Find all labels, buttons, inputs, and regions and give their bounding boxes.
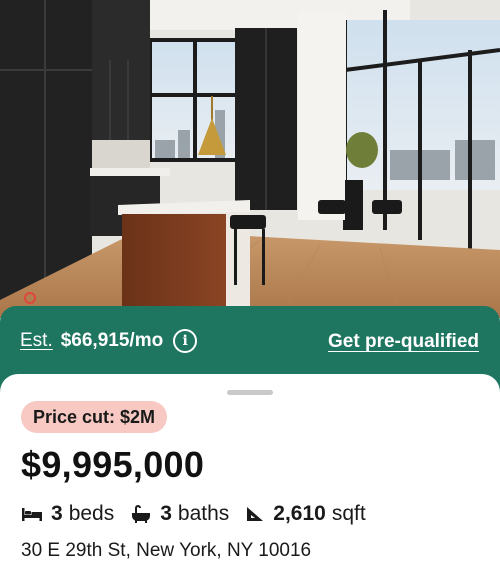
baths-count: 3 <box>160 502 172 525</box>
bed-icon <box>22 508 42 521</box>
estimate-amount: $66,915/mo <box>60 330 164 351</box>
sqft-label: sqft <box>331 502 366 525</box>
baths-label: baths <box>177 502 230 525</box>
sqft-fact: 2,610 sqft <box>245 502 366 526</box>
info-icon[interactable]: i <box>173 329 198 353</box>
beds-count: 3 <box>51 502 63 525</box>
listing-address[interactable]: 30 E 29th St, New York, NY 10016 <box>21 540 311 562</box>
listing-photo[interactable] <box>0 0 500 318</box>
estimate-label[interactable]: Est. <box>20 330 53 352</box>
listing-price: $9,995,000 <box>21 444 205 485</box>
beds-fact: 3 beds <box>21 502 114 526</box>
get-prequalified-link[interactable]: Get pre-qualified <box>328 331 479 353</box>
baths-fact: 3 baths <box>130 502 229 526</box>
listing-details-sheet: Price cut: $2M $9,995,000 3 beds 3 baths <box>0 374 500 585</box>
ruler-icon <box>247 507 264 521</box>
home-facts: 3 beds 3 baths 2,610 sqft <box>21 502 382 526</box>
monthly-estimate[interactable]: Est. $66,915/mo i <box>20 329 198 353</box>
sqft-count: 2,610 <box>273 502 326 525</box>
price-cut-badge: Price cut: $2M <box>21 401 168 433</box>
sheet-drag-handle[interactable] <box>227 390 273 395</box>
bath-icon <box>132 505 151 523</box>
beds-label: beds <box>68 502 115 525</box>
